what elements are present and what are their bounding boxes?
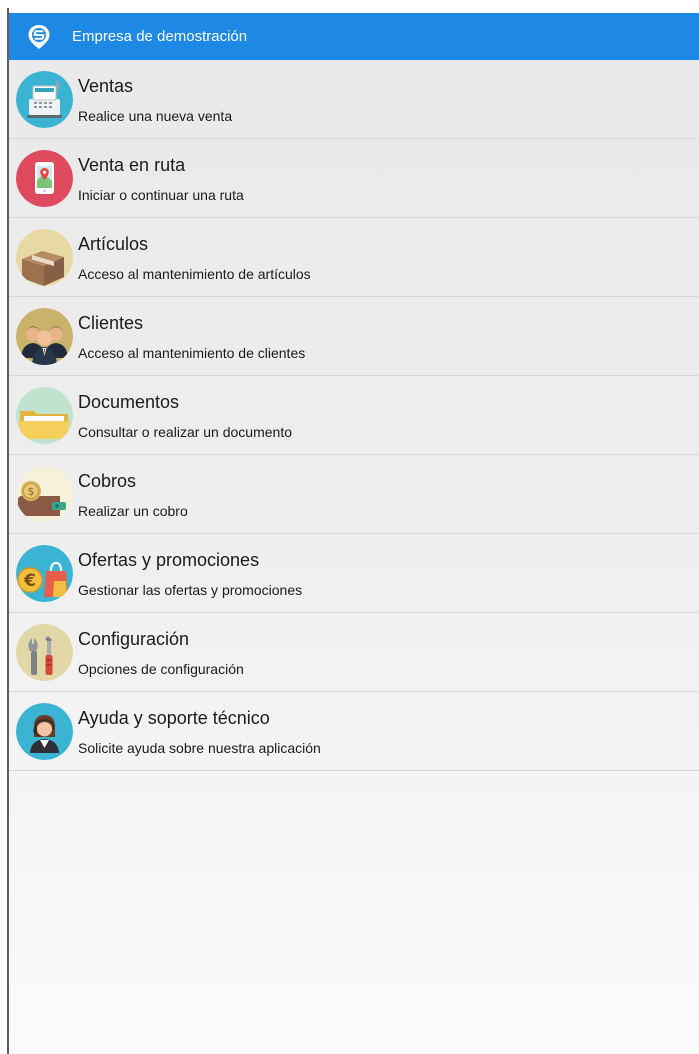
svg-text:$: $ xyxy=(28,485,35,498)
euro-shopping-icon: € xyxy=(16,545,73,602)
menu-item-ventas[interactable]: Ventas Realice una nueva venta xyxy=(9,60,699,139)
menu-item-ayuda[interactable]: Ayuda y soporte técnico Solicite ayuda s… xyxy=(9,692,699,771)
top-bar: Empresa de demostración xyxy=(9,13,699,60)
folder-icon xyxy=(16,387,73,444)
menu-item-documentos[interactable]: Documentos Consultar o realizar un docum… xyxy=(9,376,699,455)
menu-item-title: Cobros xyxy=(78,471,137,491)
menu-item-articulos[interactable]: Artículos Acceso al mantenimiento de art… xyxy=(9,218,699,297)
menu-item-subtitle: Solicite ayuda sobre nuestra aplicación xyxy=(78,740,321,756)
map-phone-icon xyxy=(16,150,73,207)
company-name: Empresa de demostración xyxy=(72,28,248,45)
menu-item-title: Configuración xyxy=(78,629,190,649)
menu-item-title: Clientes xyxy=(78,313,144,333)
app-container: Empresa de demostración Ventas Realice u… xyxy=(9,13,699,1054)
support-agent-icon xyxy=(16,703,73,760)
menu-item-configuracion[interactable]: Configuración Opciones de configuración xyxy=(9,613,699,692)
menu-item-subtitle: Consultar o realizar un documento xyxy=(78,424,293,440)
menu-item-subtitle: Realizar un cobro xyxy=(78,503,188,519)
coin-wallet-icon: $ xyxy=(16,466,73,523)
main-menu: Ventas Realice una nueva venta Venta en … xyxy=(9,60,699,771)
menu-item-cobros[interactable]: $ Cobros Realizar un cobro xyxy=(9,455,699,534)
menu-item-title: Documentos xyxy=(78,392,180,412)
menu-item-title: Ofertas y promociones xyxy=(78,550,260,570)
menu-item-title: Venta en ruta xyxy=(78,155,186,175)
menu-item-title: Ventas xyxy=(78,76,134,96)
menu-item-title: Artículos xyxy=(78,234,149,254)
menu-item-subtitle: Acceso al mantenimiento de artículos xyxy=(78,266,311,282)
screen: Empresa de demostración Ventas Realice u… xyxy=(0,0,699,1054)
cash-register-icon xyxy=(16,71,73,128)
menu-item-ofertas[interactable]: € Ofertas y promociones Gestionar las of… xyxy=(9,534,699,613)
svg-text:€: € xyxy=(23,571,36,591)
tools-icon xyxy=(16,624,73,681)
menu-item-venta-en-ruta[interactable]: Venta en ruta Iniciar o continuar una ru… xyxy=(9,139,699,218)
people-icon xyxy=(16,308,73,365)
menu-item-subtitle: Opciones de configuración xyxy=(78,661,244,677)
app-logo-icon xyxy=(26,24,52,50)
box-icon xyxy=(16,229,73,286)
menu-item-subtitle: Gestionar las ofertas y promociones xyxy=(78,582,303,598)
menu-item-subtitle: Iniciar o continuar una ruta xyxy=(78,187,244,203)
menu-item-clientes[interactable]: Clientes Acceso al mantenimiento de clie… xyxy=(9,297,699,376)
menu-item-subtitle: Acceso al mantenimiento de clientes xyxy=(78,345,306,361)
menu-item-title: Ayuda y soporte técnico xyxy=(78,708,270,728)
menu-item-subtitle: Realice una nueva venta xyxy=(78,108,233,124)
